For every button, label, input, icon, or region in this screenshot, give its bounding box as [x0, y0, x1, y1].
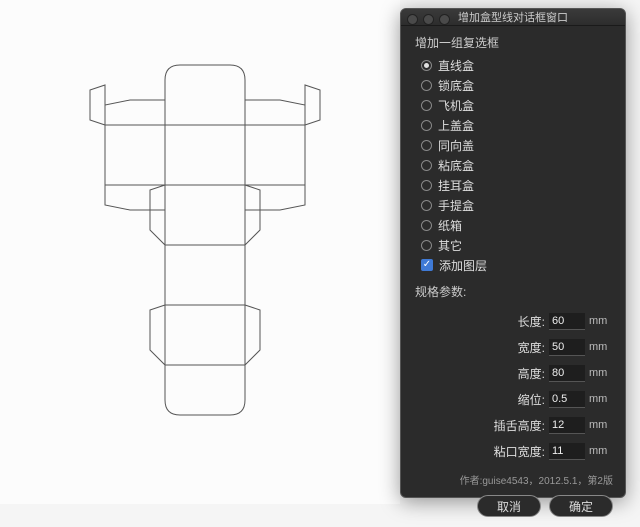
param-label: 宽度: [518, 339, 545, 356]
param-label: 高度: [518, 365, 545, 382]
checkbox-icon [421, 259, 433, 271]
length-input[interactable] [549, 313, 585, 330]
param-height: 高度: mm [415, 360, 613, 386]
box-dieline [40, 30, 370, 430]
option-lock-bottom-box[interactable]: 锁底盒 [421, 75, 613, 95]
radio-icon [421, 140, 432, 151]
canvas [0, 0, 400, 504]
radio-icon [421, 120, 432, 131]
radio-icon [421, 220, 432, 231]
option-same-direction-lid[interactable]: 同向盖 [421, 135, 613, 155]
option-label: 添加图层 [439, 257, 487, 274]
option-label: 直线盒 [438, 57, 474, 74]
option-label: 同向盖 [438, 137, 474, 154]
param-shrink: 缩位: mm [415, 386, 613, 412]
add-box-dialog: 增加盒型线对话框窗口 增加一组复选框 直线盒 锁底盒 飞机盒 上盖盒 [400, 8, 626, 498]
option-carton[interactable]: 纸箱 [421, 215, 613, 235]
option-label: 手提盒 [438, 197, 474, 214]
option-airplane-box[interactable]: 飞机盒 [421, 95, 613, 115]
unit-label: mm [589, 393, 613, 405]
param-glue-width: 粘口宽度: mm [415, 438, 613, 464]
width-input[interactable] [549, 339, 585, 356]
option-add-layer[interactable]: 添加图层 [421, 255, 613, 275]
option-handle-box[interactable]: 手提盒 [421, 195, 613, 215]
radio-icon [421, 100, 432, 111]
tuck-height-input[interactable] [549, 417, 585, 434]
radio-icon [421, 240, 432, 251]
cancel-button[interactable]: 取消 [477, 495, 541, 517]
option-label: 上盖盒 [438, 117, 474, 134]
option-glue-bottom-box[interactable]: 粘底盒 [421, 155, 613, 175]
option-straight-box[interactable]: 直线盒 [421, 55, 613, 75]
params-group: 长度: mm 宽度: mm 高度: mm 缩位: mm 插舌高度: [415, 308, 613, 464]
shrink-input[interactable] [549, 391, 585, 408]
unit-label: mm [589, 315, 613, 327]
unit-label: mm [589, 341, 613, 353]
unit-label: mm [589, 419, 613, 431]
option-label: 其它 [438, 237, 462, 254]
option-label: 纸箱 [438, 217, 462, 234]
param-label: 粘口宽度: [494, 443, 545, 460]
radio-icon [421, 180, 432, 191]
glue-width-input[interactable] [549, 443, 585, 460]
option-top-lid-box[interactable]: 上盖盒 [421, 115, 613, 135]
param-label: 缩位: [518, 391, 545, 408]
param-label: 插舌高度: [494, 417, 545, 434]
ok-button[interactable]: 确定 [549, 495, 613, 517]
author-note: 作者:guise4543，2012.5.1，第2版 [415, 464, 613, 487]
radio-icon [421, 80, 432, 91]
param-width: 宽度: mm [415, 334, 613, 360]
radio-icon [421, 160, 432, 171]
button-label: 取消 [497, 498, 521, 515]
height-input[interactable] [549, 365, 585, 382]
option-label: 挂耳盒 [438, 177, 474, 194]
option-label: 飞机盒 [438, 97, 474, 114]
dialog-titlebar[interactable]: 增加盒型线对话框窗口 [401, 9, 625, 26]
zoom-icon[interactable] [439, 14, 450, 25]
unit-label: mm [589, 445, 613, 457]
unit-label: mm [589, 367, 613, 379]
button-label: 确定 [569, 498, 593, 515]
param-length: 长度: mm [415, 308, 613, 334]
minimize-icon[interactable] [423, 14, 434, 25]
option-label: 锁底盒 [438, 77, 474, 94]
params-label: 规格参数: [415, 283, 613, 300]
option-hang-tab-box[interactable]: 挂耳盒 [421, 175, 613, 195]
param-tuck-height: 插舌高度: mm [415, 412, 613, 438]
radio-icon [421, 200, 432, 211]
option-other[interactable]: 其它 [421, 235, 613, 255]
group-label: 增加一组复选框 [415, 34, 613, 51]
close-icon[interactable] [407, 14, 418, 25]
param-label: 长度: [518, 313, 545, 330]
option-label: 粘底盒 [438, 157, 474, 174]
radio-icon [421, 60, 432, 71]
box-type-options: 直线盒 锁底盒 飞机盒 上盖盒 同向盖 粘底盒 [421, 55, 613, 275]
